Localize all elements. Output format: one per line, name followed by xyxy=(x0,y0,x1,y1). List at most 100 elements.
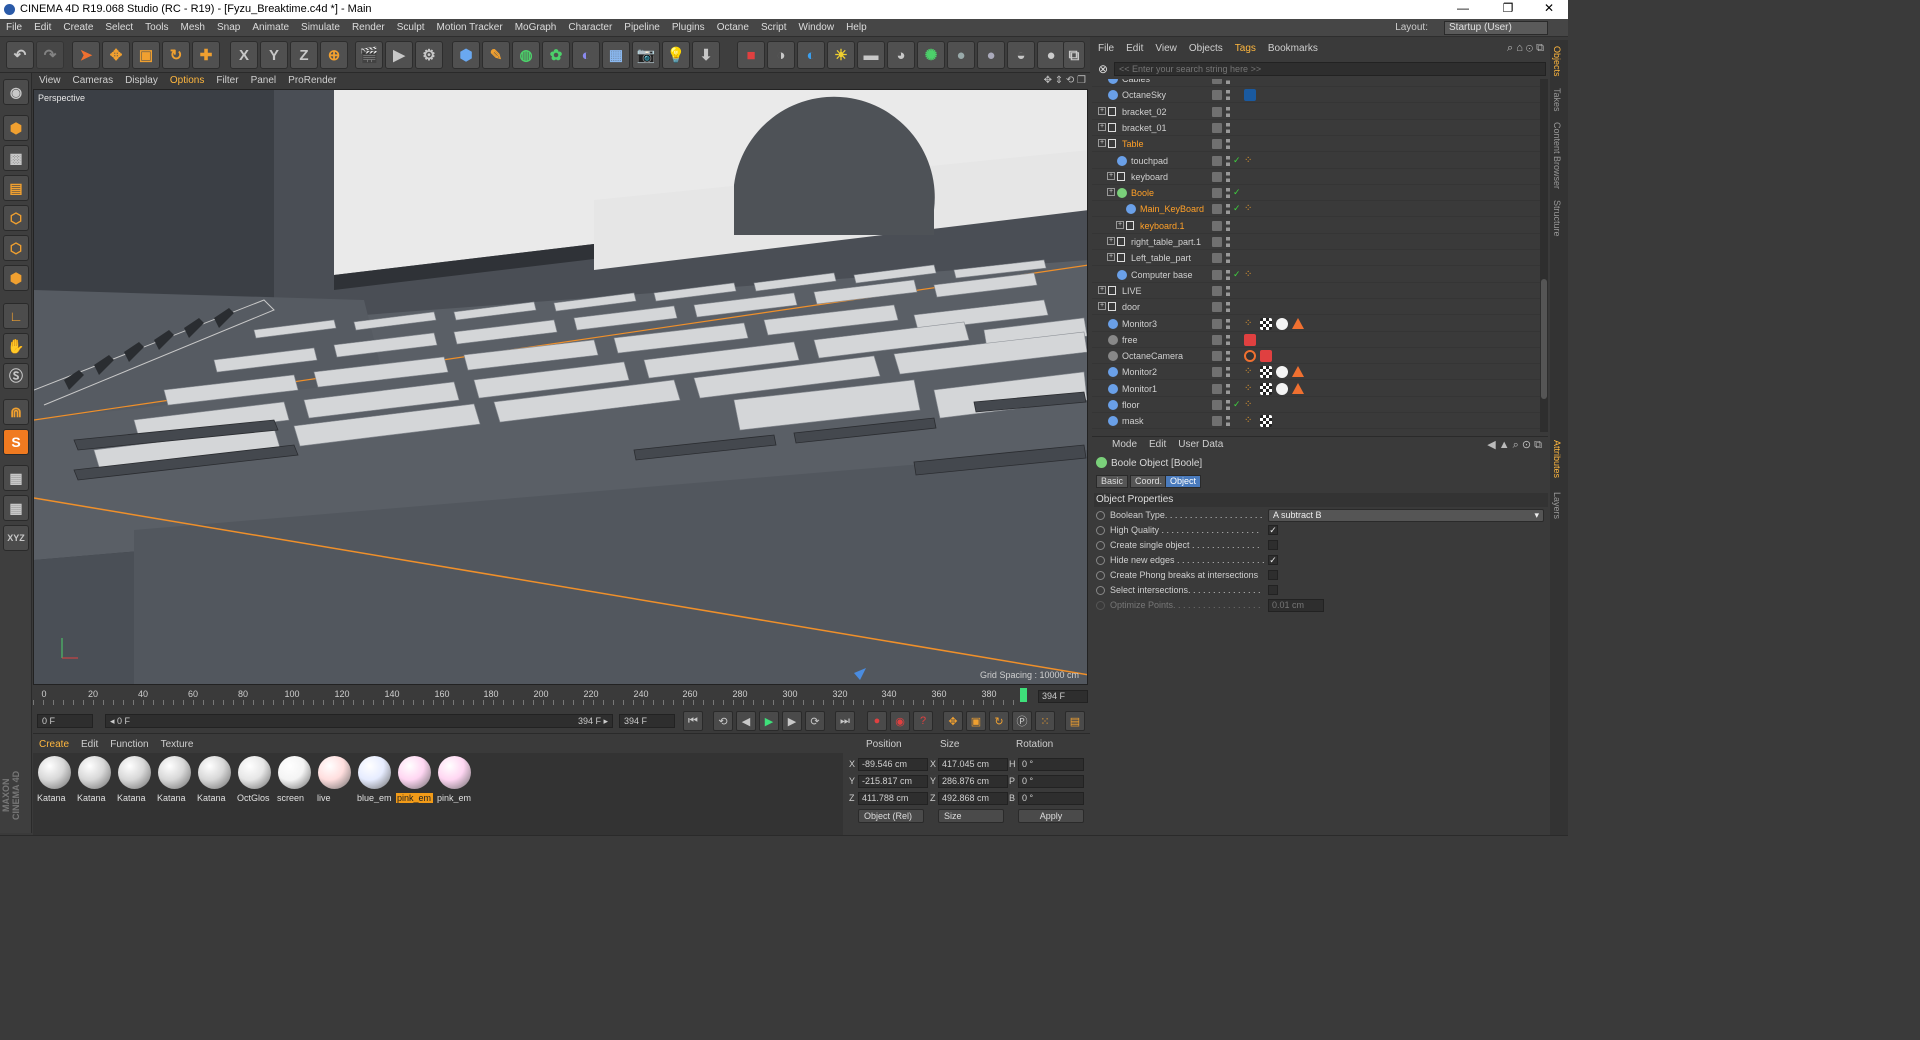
render-view-button[interactable]: 🎬 xyxy=(355,41,383,69)
menu-pipeline[interactable]: Pipeline xyxy=(618,19,666,37)
editor-render-visibility-icon[interactable] xyxy=(1226,416,1230,427)
workplane-button[interactable]: ▤ xyxy=(3,175,29,201)
object-row[interactable]: OctaneSky xyxy=(1092,87,1540,104)
octane-scatter-button[interactable]: ✺ xyxy=(917,41,945,69)
octane-sky-tag-icon[interactable] xyxy=(1244,89,1256,102)
menu-render[interactable]: Render xyxy=(346,19,391,37)
material-menu-create[interactable]: Create xyxy=(33,737,75,753)
menu-script[interactable]: Script xyxy=(755,19,793,37)
3d-viewport[interactable]: Perspective Grid Spacing : 10000 cm xyxy=(33,89,1088,685)
points-mode-button[interactable]: ⬡ xyxy=(3,205,29,231)
animation-radio-icon[interactable] xyxy=(1096,556,1105,565)
boolean-type-select[interactable]: A subtract B ▾ xyxy=(1268,509,1544,522)
editor-render-visibility-icon[interactable] xyxy=(1226,285,1230,296)
go-to-end-button[interactable]: ⏭ xyxy=(835,711,855,731)
timeline-window-button[interactable]: ▤ xyxy=(1065,711,1085,731)
editor-render-visibility-icon[interactable] xyxy=(1226,334,1230,345)
axis-mode-button[interactable]: ∟ xyxy=(3,303,29,329)
object-row[interactable]: + Left_table_part xyxy=(1092,250,1540,267)
live-selection-button[interactable]: ➤ xyxy=(72,41,100,69)
camera-tag-icon[interactable] xyxy=(1244,333,1256,346)
phong-tag-icon[interactable]: ⁘ xyxy=(1244,383,1256,395)
octane-sun-button[interactable]: ☀ xyxy=(827,41,855,69)
max-frame-field[interactable]: 394 F xyxy=(619,714,675,728)
octane-sky-button[interactable]: ◐ xyxy=(797,41,825,69)
editor-render-visibility-icon[interactable] xyxy=(1226,171,1230,182)
layer-visibility-icon[interactable] xyxy=(1212,204,1222,215)
undo-button[interactable]: ↶ xyxy=(6,41,34,69)
viewport-menu-filter[interactable]: Filter xyxy=(210,73,244,89)
scale-tool-button[interactable]: ▣ xyxy=(132,41,160,69)
camera-tag-icon[interactable] xyxy=(1260,350,1272,363)
object-row[interactable]: + LIVE xyxy=(1092,283,1540,299)
magnet-button[interactable]: ⋒ xyxy=(3,399,29,425)
redo-button[interactable]: ↷ xyxy=(36,41,64,69)
editor-render-visibility-icon[interactable] xyxy=(1226,367,1230,378)
object-row[interactable]: Monitor3 ⁘ xyxy=(1092,316,1540,332)
om-search-home-icons[interactable]: ⌕ ⌂ ⊙ ⧉ xyxy=(1507,42,1544,55)
menu-window[interactable]: Window xyxy=(793,19,841,37)
floor-button[interactable]: ▦ xyxy=(602,41,630,69)
layer-visibility-icon[interactable] xyxy=(1212,139,1222,150)
deformer-button[interactable]: ◐ xyxy=(572,41,600,69)
animation-radio-icon[interactable] xyxy=(1096,586,1105,595)
animation-radio-icon[interactable] xyxy=(1096,526,1105,535)
tab-basic[interactable]: Basic xyxy=(1096,475,1129,488)
menu-select[interactable]: Select xyxy=(99,19,139,37)
sculpt-snap-button[interactable]: S xyxy=(3,429,29,455)
next-key-button[interactable]: ⟳ xyxy=(805,711,825,731)
previous-frame-button[interactable]: ◀ xyxy=(736,711,756,731)
menu-file[interactable]: File xyxy=(0,19,28,37)
material-swatch[interactable]: screen xyxy=(276,756,313,804)
side-tab-objects[interactable]: Objects xyxy=(1552,46,1562,77)
phong-tag-icon[interactable]: ⁘ xyxy=(1244,415,1256,427)
editor-render-visibility-icon[interactable] xyxy=(1226,188,1230,199)
render-picture-viewer-button[interactable]: ▶ xyxy=(385,41,413,69)
menu-help[interactable]: Help xyxy=(840,19,873,37)
phong-tag-icon[interactable]: ⁘ xyxy=(1244,399,1256,411)
material-swatch[interactable]: OctGlos xyxy=(236,756,273,804)
om-menu-bookmarks[interactable]: Bookmarks xyxy=(1262,40,1324,58)
object-row[interactable]: + bracket_02 xyxy=(1092,104,1540,120)
phong-tag-icon[interactable]: ⁘ xyxy=(1244,155,1256,167)
viewport-menu-prorender[interactable]: ProRender xyxy=(282,73,342,89)
checker-tag-icon[interactable] xyxy=(1260,366,1272,379)
viewport-menu-cameras[interactable]: Cameras xyxy=(67,73,120,89)
no-tag-icon[interactable] xyxy=(1244,350,1256,363)
tweak-mode-button[interactable]: ✋ xyxy=(3,333,29,359)
material-menu-function[interactable]: Function xyxy=(104,737,154,753)
object-row[interactable]: Monitor1 ⁘ xyxy=(1092,381,1540,397)
previous-key-button[interactable]: ⟲ xyxy=(713,711,733,731)
rotation-b-field[interactable]: 0 ° xyxy=(1018,792,1084,805)
object-row[interactable]: + right_table_part.1 xyxy=(1092,234,1540,250)
polygons-mode-button[interactable]: ⬢ xyxy=(3,265,29,291)
material-swatch[interactable]: live xyxy=(316,756,353,804)
layer-visibility-icon[interactable] xyxy=(1212,334,1222,345)
hide-new-edges-checkbox[interactable]: ✓ xyxy=(1268,555,1278,565)
subdivision-button[interactable]: ◍ xyxy=(512,41,540,69)
layer-visibility-icon[interactable] xyxy=(1212,122,1222,133)
search-clear-icon[interactable]: ⊗ xyxy=(1096,62,1110,76)
material-swatch[interactable]: blue_em xyxy=(356,756,393,804)
autokey-button[interactable]: ◉ xyxy=(890,711,910,731)
menu-simulate[interactable]: Simulate xyxy=(295,19,346,37)
record-button[interactable]: ● xyxy=(867,711,887,731)
object-list-scrollbar[interactable] xyxy=(1540,79,1548,432)
expand-toggle-icon[interactable]: + xyxy=(1098,302,1106,311)
object-row[interactable]: Cables xyxy=(1092,79,1540,87)
move-tool-button[interactable]: ✥ xyxy=(102,41,130,69)
editor-render-visibility-icon[interactable] xyxy=(1226,253,1230,264)
key-position-button[interactable]: ✥ xyxy=(943,711,963,731)
apply-button[interactable]: Apply xyxy=(1018,809,1084,823)
tab-coord[interactable]: Coord. xyxy=(1130,475,1168,488)
om-menu-tags[interactable]: Tags xyxy=(1229,40,1262,58)
minimize-button[interactable]: — xyxy=(1448,1,1478,17)
timeline-ruler[interactable] xyxy=(33,700,1023,705)
expand-toggle-icon[interactable]: + xyxy=(1098,106,1106,115)
x-axis-button[interactable]: X xyxy=(230,41,258,69)
import-button[interactable]: ⬇ xyxy=(692,41,720,69)
object-row[interactable]: + keyboard xyxy=(1092,169,1540,185)
editor-render-visibility-icon[interactable] xyxy=(1226,302,1230,313)
expand-toggle-icon[interactable]: + xyxy=(1098,122,1106,131)
restore-button[interactable]: ❐ xyxy=(1493,1,1523,17)
